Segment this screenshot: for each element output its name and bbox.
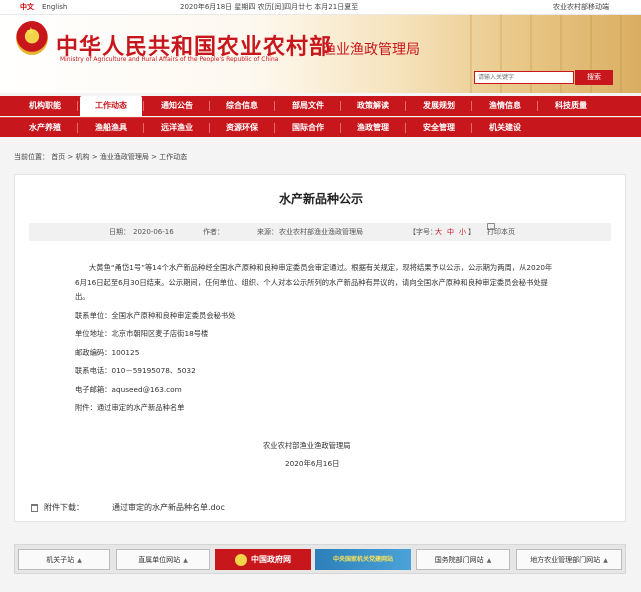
nav-separator [471, 101, 472, 111]
top-utility-bar: 中文 English 2020年6月18日 星期四 农历[闰]四月廿七 本月21… [0, 0, 641, 15]
nav-item[interactable]: 政策解读 [342, 96, 404, 116]
breadcrumb[interactable]: 当前位置： 首页 > 机构 > 渔业渔政管理局 > 工作动态 [14, 152, 187, 162]
nav-separator [405, 123, 406, 133]
bureau-name: 渔业渔政管理局 [322, 42, 420, 58]
date-label: 日期： [109, 228, 130, 236]
site-subtitle: Ministry of Agriculture and Rural Affair… [60, 56, 279, 63]
nav-separator [209, 101, 210, 111]
nav-item[interactable]: 机关建设 [474, 118, 536, 138]
search-button[interactable]: 搜索 [575, 70, 613, 85]
nav-separator [340, 101, 341, 111]
font-size-large[interactable]: 大 [435, 223, 442, 241]
article-source: 农业农村部渔业渔政管理局 [279, 228, 363, 236]
nav-item[interactable]: 资源环保 [211, 118, 273, 138]
article-title: 水产新品种公示 [278, 192, 363, 206]
footer-link-label: 直属单位网站 [138, 556, 181, 564]
contact-address: 单位地址：北京市朝阳区麦子店街18号楼 [75, 329, 209, 338]
nav-item[interactable]: 渔情信息 [474, 96, 536, 116]
font-size-small[interactable]: 小 [459, 223, 466, 241]
footer-select-local-agriculture-sites[interactable]: 地方农业管理部门网站 ▲ [516, 549, 622, 570]
font-size-medium[interactable]: 中 [447, 223, 454, 241]
contact-email: 电子邮箱：aquseed@163.com [75, 384, 182, 394]
wheat-decoration [470, 15, 472, 93]
caret-up-icon: ▲ [77, 557, 82, 564]
signature-org: 农业农村部渔业渔政管理局 [263, 441, 351, 450]
lang-english-link[interactable]: English [42, 0, 67, 15]
nav-item[interactable]: 渔政管理 [342, 118, 404, 138]
nav-separator [274, 101, 275, 111]
author-label: 作者： [203, 228, 224, 236]
article-body: 大黄鱼“甬岱1号”等14个水产新品种经全国水产原种和良种审定委员会审定通过。根据… [75, 261, 555, 420]
nav-separator [274, 123, 275, 133]
caret-up-icon: ▲ [183, 557, 188, 564]
article-date: 2020-06-16 [133, 228, 174, 236]
main-nav-row-2: 水产养殖 渔船渔具 远洋渔业 资源环保 国际合作 渔政管理 安全管理 机关建设 [0, 117, 641, 137]
attachment-link[interactable]: 通过审定的水产新品种名单.doc [112, 503, 225, 512]
postal-code: 邮政编码：100125 [75, 347, 140, 357]
article-paragraph: 大黄鱼“甬岱1号”等14个水产新品种经全国水产原种和良种审定委员会审定通过。根据… [75, 263, 553, 301]
nav-item[interactable]: 国际合作 [277, 118, 339, 138]
attachment-row: 附件下载： 通过审定的水产新品种名单.doc [31, 502, 225, 513]
footer-select-agency-sites[interactable]: 机关子站 ▲ [18, 549, 110, 570]
page: 中文 English 2020年6月18日 星期四 农历[闰]四月廿七 本月21… [0, 0, 641, 592]
wheat-decoration [620, 15, 622, 93]
font-size-bracket: 】 [468, 228, 475, 236]
source-label: 来源： [257, 228, 278, 236]
nav-separator [143, 123, 144, 133]
article-meta-bar: 日期： 2020-06-16 作者： 来源： 农业农村部渔业渔政管理局 【字号：… [29, 223, 611, 241]
mobile-site-link[interactable]: 农业农村部移动端 [553, 0, 609, 15]
nav-item[interactable]: 渔船渔具 [80, 118, 142, 138]
footer-select-state-council-sites[interactable]: 国务院部门网站 ▲ [416, 549, 510, 570]
footer-links-bar: 机关子站 ▲ 直属单位网站 ▲ 中国政府网 中央国家机关党建网站 国务院部门网站 ▲ … [14, 544, 626, 574]
attachment-note: 附件：通过审定的水产新品种名单 [75, 403, 185, 412]
nav-item[interactable]: 综合信息 [211, 96, 273, 116]
footer-link-label: 国务院部门网站 [434, 556, 484, 564]
nav-separator [77, 123, 78, 133]
nav-separator [209, 123, 210, 133]
nav-item[interactable]: 水产养殖 [14, 118, 76, 138]
nav-item[interactable]: 机构职能 [14, 96, 76, 116]
caret-up-icon: ▲ [603, 557, 608, 564]
nav-separator [471, 123, 472, 133]
party-site-logo[interactable]: 中央国家机关党建网站 [315, 549, 411, 570]
nav-item[interactable]: 安全管理 [408, 118, 470, 138]
lang-chinese-link[interactable]: 中文 [20, 0, 34, 15]
nav-item[interactable]: 部局文件 [277, 96, 339, 116]
font-size-label: 【字号： [409, 228, 437, 236]
download-icon [31, 503, 38, 512]
footer-link-label: 机关子站 [46, 556, 75, 564]
nav-separator [537, 101, 538, 111]
gov-portal-label: 中国政府网 [251, 555, 291, 564]
signature-date: 2020年6月16日 [285, 459, 340, 468]
article-container: 水产新品种公示 日期： 2020-06-16 作者： 来源： 农业农村部渔业渔政… [14, 174, 626, 522]
nav-item[interactable]: 通知公告 [146, 96, 208, 116]
nav-separator [143, 101, 144, 111]
caret-up-icon: ▲ [486, 557, 492, 564]
footer-link-label: 地方农业管理部门网站 [530, 556, 601, 564]
gov-portal-logo[interactable]: 中国政府网 [215, 549, 311, 570]
date-display: 2020年6月18日 星期四 农历[闰]四月廿七 本月21日夏至 [180, 3, 359, 11]
site-header: ★ 中华人民共和国农业农村部 Ministry of Agriculture a… [0, 15, 641, 93]
nav-item[interactable]: 远洋渔业 [146, 118, 208, 138]
gov-emblem-icon [235, 553, 247, 566]
nav-item[interactable]: 工作动态 [80, 96, 142, 116]
attachment-label: 附件下载： [44, 503, 84, 512]
print-label: 打印本页 [487, 228, 515, 236]
emblem-star-icon: ★ [26, 25, 36, 38]
nav-separator [77, 101, 78, 111]
footer-select-affiliated-sites[interactable]: 直属单位网站 ▲ [116, 549, 210, 570]
nav-item[interactable]: 发展规划 [408, 96, 470, 116]
search-input[interactable] [474, 71, 574, 84]
nav-separator [340, 123, 341, 133]
nav-separator [405, 101, 406, 111]
contact-unit: 联系单位：全国水产原种和良种审定委员会秘书处 [75, 310, 236, 320]
nav-item[interactable]: 科技质量 [540, 96, 602, 116]
main-nav-row-1: 机构职能 工作动态 通知公告 综合信息 部局文件 政策解读 发展规划 渔情信息 科技质量 [0, 96, 641, 116]
contact-phone: 联系电话：010－59195078、5032 [75, 366, 196, 375]
